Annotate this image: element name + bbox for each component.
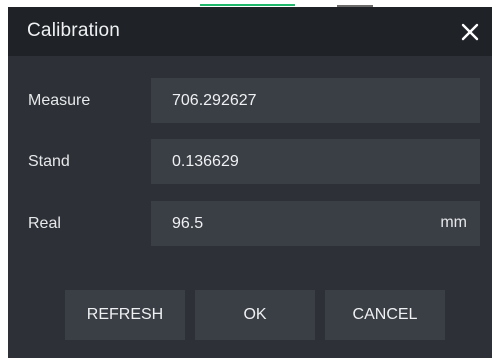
- real-unit-label: mm: [440, 214, 467, 231]
- stand-label: Stand: [28, 153, 70, 170]
- close-button[interactable]: [456, 18, 484, 46]
- real-input[interactable]: [151, 201, 480, 246]
- stand-input[interactable]: [151, 139, 480, 184]
- calibration-dialog: Calibration Measure Stand Real mm REFRES…: [8, 7, 492, 358]
- dialog-title: Calibration: [27, 20, 121, 41]
- refresh-button[interactable]: REFRESH: [65, 290, 185, 340]
- stand-field[interactable]: [151, 139, 480, 184]
- measure-input[interactable]: [151, 78, 480, 123]
- real-field[interactable]: mm: [151, 201, 480, 246]
- background-tab-indicator: [200, 4, 295, 6]
- background-window-strip: [0, 0, 492, 7]
- measure-field[interactable]: [151, 78, 480, 123]
- cancel-button[interactable]: CANCEL: [325, 290, 445, 340]
- measure-label: Measure: [28, 92, 91, 109]
- real-label: Real: [28, 215, 61, 232]
- dialog-titlebar: Calibration: [8, 7, 492, 56]
- close-icon: [461, 23, 479, 41]
- ok-button[interactable]: OK: [195, 290, 315, 340]
